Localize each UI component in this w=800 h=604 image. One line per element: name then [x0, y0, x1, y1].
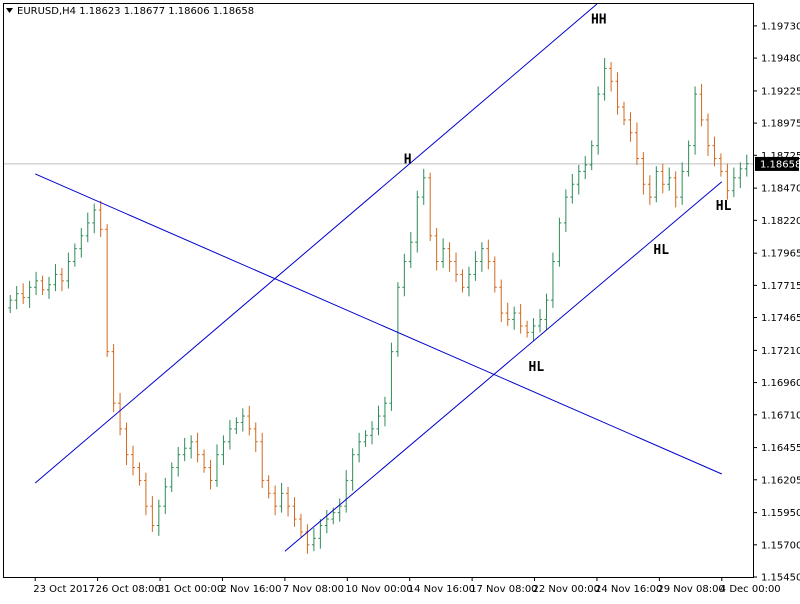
price-tick-label: 1.17465 — [761, 313, 800, 324]
price-chart[interactable]: HHHHLHLHL 1.197301.194801.192251.189751.… — [0, 0, 800, 600]
price-tick-label: 1.16710 — [761, 410, 800, 421]
price-tick-label: 1.18220 — [761, 216, 800, 227]
price-tick-label: 1.17210 — [761, 346, 800, 357]
swing-label: HL — [529, 360, 545, 375]
price-tick-label: 1.18975 — [761, 119, 800, 130]
time-tick-label: 29 Nov 08:00 — [657, 584, 724, 595]
symbol-info: EURUSD,H4 1.18623 1.18677 1.18606 1.1865… — [17, 6, 254, 17]
time-tick-label: 14 Nov 16:00 — [408, 584, 475, 595]
time-tick-label: 24 Nov 16:00 — [595, 584, 662, 595]
price-tick-label: 1.15950 — [761, 508, 800, 519]
time-tick-label: 17 Nov 08:00 — [470, 584, 537, 595]
time-tick-label: 26 Oct 08:00 — [96, 584, 161, 595]
chart-root: HH H HL HL HL 1.19730 1.19480 1.19225 1.18975 1.… — [0, 0, 800, 600]
price-tick-label: 1.18470 — [761, 184, 800, 195]
swing-label: HL — [653, 243, 669, 258]
time-tick-label: 23 Oct 2017 — [33, 584, 95, 595]
price-tick-label: 1.17715 — [761, 281, 800, 292]
time-tick-label: 31 Oct 00:00 — [158, 584, 223, 595]
price-tick-label: 1.16455 — [761, 443, 800, 454]
price-tick-label: 1.19225 — [761, 86, 800, 97]
price-tick-label: 1.15450 — [761, 573, 800, 584]
swing-label: HH — [591, 12, 607, 27]
price-tick-label: 1.15700 — [761, 540, 800, 551]
time-tick-label: 10 Nov 00:00 — [345, 584, 412, 595]
time-tick-label: 7 Nov 08:00 — [283, 584, 344, 595]
swing-label: HL — [716, 199, 732, 214]
chart-background — [0, 0, 800, 600]
price-tick-label: 1.17965 — [761, 249, 800, 260]
price-tick-label: 1.16205 — [761, 475, 800, 486]
current-price-label: 1.18658 — [760, 159, 800, 170]
chart-header: EURUSD,H4 1.18623 1.18677 1.18606 1.1865… — [6, 6, 254, 17]
price-tick-label: 1.19730 — [761, 21, 800, 32]
time-tick-label: 2 Nov 16:00 — [220, 584, 281, 595]
price-tick-label: 1.16960 — [761, 378, 800, 389]
time-tick-label: 4 Dec 00:00 — [720, 584, 781, 595]
price-tick-label: 1.19480 — [761, 54, 800, 65]
swing-label: H — [404, 153, 412, 168]
time-tick-label: 22 Nov 00:00 — [533, 584, 600, 595]
